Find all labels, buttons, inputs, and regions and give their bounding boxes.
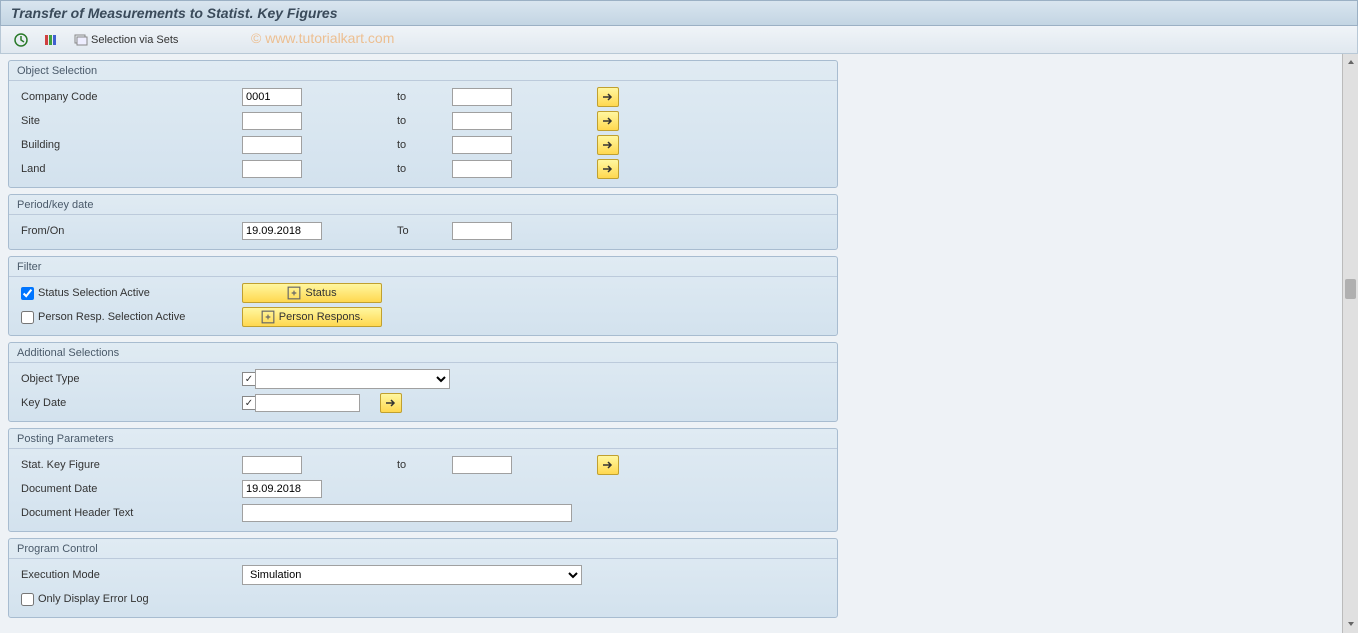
site-label: Site (17, 115, 242, 127)
person-resp-active-checkbox[interactable] (21, 311, 34, 324)
arrow-right-icon (602, 92, 614, 102)
group-header: Period/key date (9, 195, 837, 215)
site-range-button[interactable] (597, 111, 619, 131)
status-selection-active-label: Status Selection Active (17, 287, 242, 300)
arrow-right-icon (385, 398, 397, 408)
variants-button[interactable] (39, 30, 63, 50)
window-titlebar: Transfer of Measurements to Statist. Key… (0, 0, 1358, 26)
group-header: Object Selection (9, 61, 837, 81)
group-additional-selections: Additional Selections Object Type ✓ Key … (8, 342, 838, 422)
group-object-selection: Object Selection Company Code to Site to (8, 60, 838, 188)
period-to-input[interactable] (452, 222, 512, 240)
only-display-error-log-text: Only Display Error Log (38, 593, 149, 605)
company-code-range-button[interactable] (597, 87, 619, 107)
land-to-input[interactable] (452, 160, 512, 178)
selection-via-sets-label: Selection via Sets (91, 34, 178, 46)
object-type-label: Object Type (17, 373, 242, 385)
key-date-label: Key Date (17, 397, 242, 409)
page-title: Transfer of Measurements to Statist. Key… (11, 5, 338, 21)
expand-icon (261, 310, 275, 324)
expand-icon (287, 286, 301, 300)
key-date-checkbox[interactable]: ✓ (242, 396, 256, 410)
arrow-right-icon (602, 140, 614, 150)
building-range-button[interactable] (597, 135, 619, 155)
to-label: to (397, 139, 452, 151)
from-on-label: From/On (17, 225, 242, 237)
stat-key-figure-from-input[interactable] (242, 456, 302, 474)
group-posting-parameters: Posting Parameters Stat. Key Figure to D… (8, 428, 838, 532)
to-label: to (397, 115, 452, 127)
group-header: Additional Selections (9, 343, 837, 363)
building-to-input[interactable] (452, 136, 512, 154)
key-date-range-button[interactable] (380, 393, 402, 413)
to-label: to (397, 459, 452, 471)
to-label: to (397, 91, 452, 103)
arrow-right-icon (602, 164, 614, 174)
execution-mode-select[interactable]: Simulation (242, 565, 582, 585)
arrow-right-icon (602, 116, 614, 126)
object-type-checkbox[interactable]: ✓ (242, 372, 256, 386)
group-period: Period/key date From/On To (8, 194, 838, 250)
watermark: © www.tutorialkart.com (251, 30, 394, 46)
status-button[interactable]: Status (242, 283, 382, 303)
to-label: To (397, 225, 452, 237)
scroll-down-icon[interactable] (1344, 617, 1358, 631)
status-selection-active-text: Status Selection Active (38, 287, 150, 299)
land-from-input[interactable] (242, 160, 302, 178)
selection-via-sets-button[interactable]: Selection via Sets (69, 30, 182, 50)
group-header: Program Control (9, 539, 837, 559)
building-label: Building (17, 139, 242, 151)
only-display-error-log-label: Only Display Error Log (17, 593, 242, 606)
company-code-from-input[interactable] (242, 88, 302, 106)
toolbar: Selection via Sets © www.tutorialkart.co… (0, 26, 1358, 54)
document-header-text-label: Document Header Text (17, 507, 242, 519)
group-header: Posting Parameters (9, 429, 837, 449)
company-code-label: Company Code (17, 91, 242, 103)
stat-key-figure-range-button[interactable] (597, 455, 619, 475)
from-on-input[interactable] (242, 222, 322, 240)
status-selection-active-checkbox[interactable] (21, 287, 34, 300)
document-header-text-input[interactable] (242, 504, 572, 522)
person-resp-active-label: Person Resp. Selection Active (17, 311, 242, 324)
group-program-control: Program Control Execution Mode Simulatio… (8, 538, 838, 618)
scroll-up-icon[interactable] (1344, 55, 1358, 69)
scroll-thumb[interactable] (1345, 279, 1356, 299)
stat-key-figure-label: Stat. Key Figure (17, 459, 242, 471)
group-header: Filter (9, 257, 837, 277)
site-from-input[interactable] (242, 112, 302, 130)
vertical-scrollbar[interactable] (1342, 54, 1358, 633)
building-from-input[interactable] (242, 136, 302, 154)
status-button-label: Status (305, 287, 336, 299)
key-date-input[interactable] (255, 394, 360, 412)
sets-icon (73, 32, 89, 48)
person-respons-button-label: Person Respons. (279, 311, 363, 323)
person-resp-active-text: Person Resp. Selection Active (38, 311, 185, 323)
content-area: Object Selection Company Code to Site to (0, 54, 1358, 633)
group-filter: Filter Status Selection Active Status (8, 256, 838, 336)
document-date-input[interactable] (242, 480, 322, 498)
object-type-select[interactable] (255, 369, 450, 389)
clock-execute-icon (13, 32, 29, 48)
only-display-error-log-checkbox[interactable] (21, 593, 34, 606)
arrow-right-icon (602, 460, 614, 470)
land-label: Land (17, 163, 242, 175)
stat-key-figure-to-input[interactable] (452, 456, 512, 474)
to-label: to (397, 163, 452, 175)
person-respons-button[interactable]: Person Respons. (242, 307, 382, 327)
execution-mode-label: Execution Mode (17, 569, 242, 581)
company-code-to-input[interactable] (452, 88, 512, 106)
execute-button[interactable] (9, 30, 33, 50)
land-range-button[interactable] (597, 159, 619, 179)
variants-icon (43, 32, 59, 48)
site-to-input[interactable] (452, 112, 512, 130)
document-date-label: Document Date (17, 483, 242, 495)
